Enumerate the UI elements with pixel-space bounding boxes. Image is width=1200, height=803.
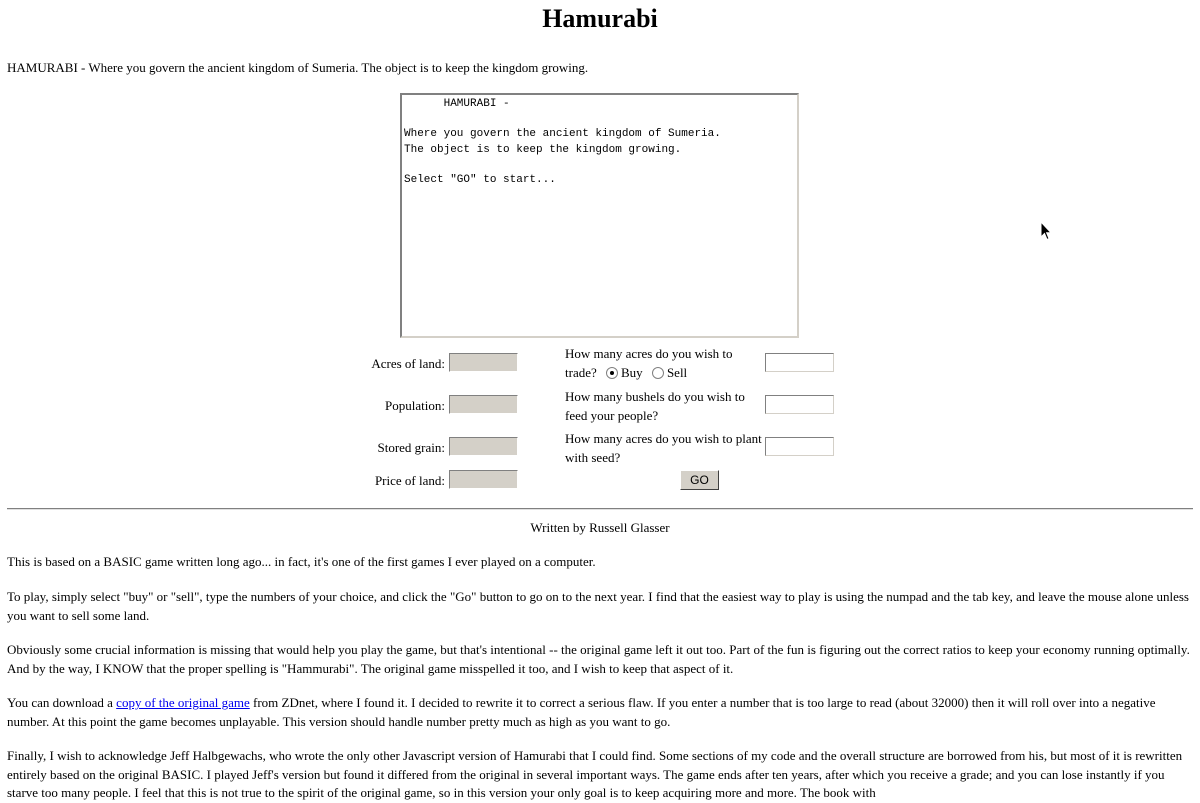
intro-text: HAMURABI - Where you govern the ancient …	[7, 60, 589, 75]
sell-radio[interactable]	[651, 367, 664, 380]
grain-label: Stored grain:	[377, 440, 445, 455]
buy-label: Buy	[621, 365, 643, 380]
acres-field	[449, 353, 518, 372]
trade-question: How many acres do you wish to trade? Buy…	[565, 344, 765, 382]
plant-question: How many acres do you wish to plant with…	[565, 431, 762, 465]
paragraph-3: Obviously some crucial information is mi…	[7, 642, 1190, 676]
buy-radio[interactable]	[606, 367, 619, 380]
paragraph-4-pre: You can download a	[7, 695, 117, 710]
paragraph-1: This is based on a BASIC game written lo…	[7, 554, 596, 569]
game-output-textarea[interactable]: HAMURABI - Where you govern the ancient …	[400, 93, 799, 338]
trade-question-text: How many acres do you wish to trade?	[565, 346, 733, 380]
go-button[interactable]: GO	[680, 470, 719, 490]
plant-acres-input[interactable]	[765, 437, 834, 456]
grain-field	[449, 437, 518, 456]
divider	[7, 508, 1193, 510]
feed-question: How many bushels do you wish to feed you…	[565, 389, 745, 423]
acres-label: Acres of land:	[371, 356, 445, 371]
feed-bushels-input[interactable]	[765, 395, 834, 414]
trade-acres-input[interactable]	[765, 353, 834, 372]
sell-label: Sell	[666, 365, 688, 380]
population-field	[449, 395, 518, 414]
page-title: Hamurabi	[542, 4, 658, 33]
paragraph-2: To play, simply select "buy" or "sell", …	[7, 589, 1189, 623]
price-label: Price of land:	[374, 473, 445, 488]
price-field	[449, 470, 518, 489]
byline: Written by Russell Glasser	[530, 520, 670, 535]
mouse-pointer-icon	[1040, 221, 1052, 241]
paragraph-4: You can download a copy of the original …	[7, 694, 1193, 731]
population-label: Population:	[385, 398, 445, 413]
original-game-link[interactable]: copy of the original game	[116, 695, 250, 710]
paragraph-5: Finally, I wish to acknowledge Jeff Halb…	[7, 748, 1183, 800]
